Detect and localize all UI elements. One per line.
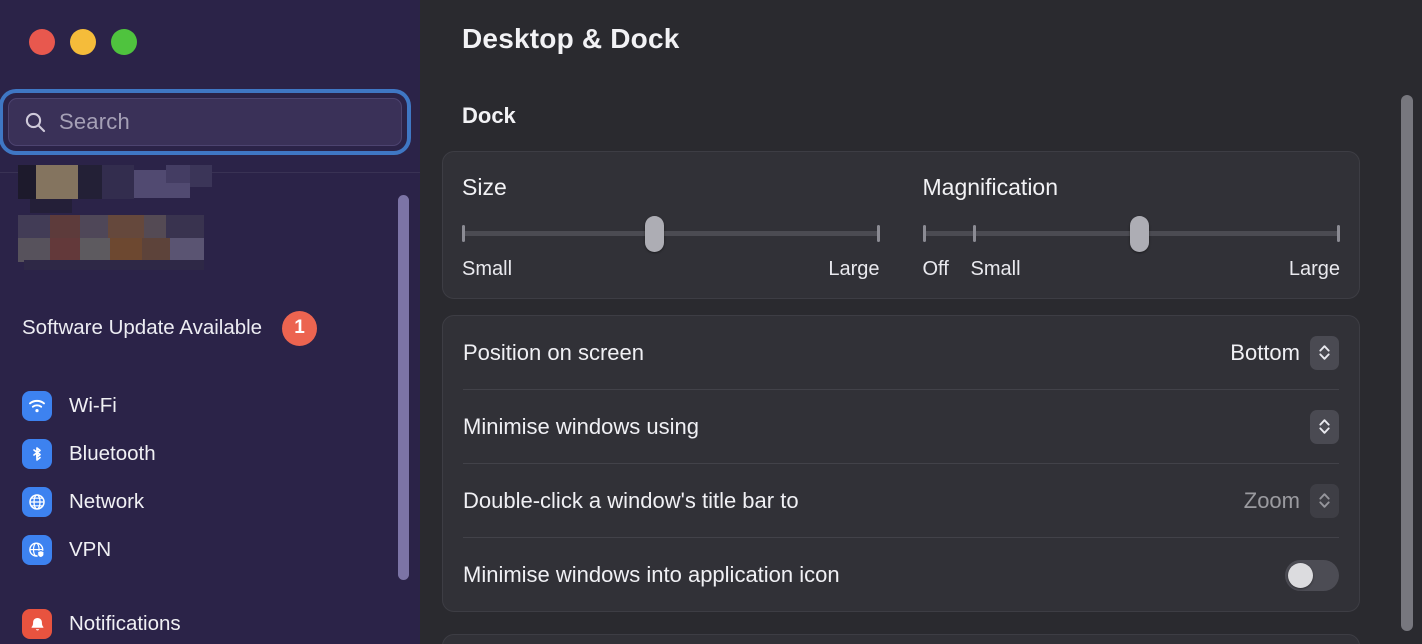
row-label: Position on screen	[463, 339, 644, 365]
sidebar-item-label: Network	[69, 490, 145, 513]
sidebar-item-bluetooth[interactable]: Bluetooth	[22, 430, 392, 478]
next-settings-card	[442, 634, 1360, 644]
slider-tick-large	[1337, 225, 1340, 242]
chevron-updown-icon[interactable]	[1310, 483, 1339, 518]
chevron-updown-icon[interactable]	[1310, 335, 1339, 370]
size-slider-thumb[interactable]	[644, 216, 664, 252]
magnification-legend-small: Small	[970, 258, 1021, 280]
sidebar: Search Software Update Available 1 Wi-Fi…	[0, 0, 420, 644]
account-block-redacted[interactable]	[0, 160, 420, 270]
software-update-badge: 1	[282, 310, 318, 346]
slider-tick-max	[876, 225, 880, 242]
software-update-label: Software Update Available	[22, 316, 263, 339]
slider-tick-small	[972, 225, 976, 242]
bluetooth-icon	[22, 439, 52, 469]
main-scrollbar[interactable]	[1401, 95, 1413, 631]
row-label: Minimise windows into application icon	[463, 562, 840, 587]
minimise-button[interactable]	[70, 29, 96, 55]
row-minimise-windows-using[interactable]: Minimise windows using	[463, 390, 1339, 464]
double-click-action-popup[interactable]: Zoom	[1243, 483, 1339, 518]
sidebar-item-network[interactable]: Network	[22, 478, 392, 526]
magnification-slider-group: Magnification Off Small Large	[899, 152, 1360, 298]
search-input[interactable]: Search	[8, 98, 402, 146]
dock-options-card: Position on screen Bottom Minimise windo…	[442, 315, 1360, 612]
chevron-updown-icon[interactable]	[1310, 409, 1339, 444]
size-legend-large: Large	[828, 258, 880, 280]
slider-tick-off	[922, 225, 926, 242]
search-placeholder: Search	[59, 109, 130, 134]
slider-tick-min	[462, 225, 465, 242]
row-double-click-title-bar[interactable]: Double-click a window's title bar to Zoo…	[463, 464, 1339, 538]
size-slider-legend: Small Large	[462, 258, 880, 284]
sidebar-item-vpn[interactable]: VPN	[22, 526, 392, 574]
magnification-slider-thumb[interactable]	[1130, 216, 1150, 252]
main-content: Desktop & Dock Dock Size Small Large Mag…	[420, 0, 1422, 644]
magnification-legend-off: Off	[922, 258, 949, 280]
zoom-button[interactable]	[111, 29, 137, 55]
page-title: Desktop & Dock	[462, 23, 680, 54]
size-slider-group: Size Small Large	[443, 152, 899, 298]
sidebar-item-label: VPN	[69, 538, 112, 561]
section-heading-dock: Dock	[462, 103, 516, 128]
size-legend-small: Small	[462, 258, 513, 280]
sidebar-list: Wi-Fi Bluetooth Network VPN Notification…	[22, 382, 392, 644]
sidebar-item-notifications[interactable]: Notifications	[22, 600, 392, 644]
bell-icon	[22, 609, 52, 639]
size-slider-label: Size	[462, 174, 507, 200]
sidebar-item-label: Notifications	[69, 612, 181, 635]
vpn-globe-icon	[22, 535, 52, 565]
sidebar-item-label: Wi-Fi	[69, 394, 117, 417]
system-settings-window: Search Software Update Available 1 Wi-Fi…	[0, 0, 1422, 644]
sidebar-item-wifi[interactable]: Wi-Fi	[22, 382, 392, 430]
minimise-effect-popup[interactable]	[1310, 409, 1339, 444]
wifi-icon	[22, 391, 52, 421]
magnification-slider-legend: Off Small Large	[923, 258, 1341, 284]
size-slider[interactable]	[462, 216, 880, 252]
toggle-knob	[1288, 562, 1313, 588]
sidebar-item-software-update[interactable]: Software Update Available 1	[22, 310, 382, 346]
row-minimise-into-app-icon[interactable]: Minimise windows into application icon	[463, 538, 1339, 612]
window-controls	[29, 29, 137, 55]
magnification-slider[interactable]	[922, 216, 1340, 252]
magnification-legend-large: Large	[1288, 258, 1340, 280]
minimise-into-app-icon-toggle[interactable]	[1285, 559, 1339, 591]
globe-icon	[22, 487, 52, 517]
close-button[interactable]	[29, 29, 55, 55]
search-field-focus-ring: Search	[3, 93, 407, 151]
position-on-screen-popup[interactable]: Bottom	[1230, 335, 1339, 370]
sidebar-item-label: Bluetooth	[69, 442, 156, 465]
row-label: Double-click a window's title bar to	[463, 487, 799, 513]
row-label: Minimise windows using	[463, 413, 699, 439]
magnification-slider-label: Magnification	[922, 174, 1059, 200]
search-icon	[23, 110, 47, 134]
popup-value: Bottom	[1230, 339, 1300, 365]
slider-track	[462, 231, 880, 236]
popup-value: Zoom	[1243, 487, 1300, 513]
dock-sliders-card: Size Small Large Magnification Off Small…	[442, 151, 1360, 299]
row-position-on-screen[interactable]: Position on screen Bottom	[463, 316, 1339, 390]
sidebar-scrollbar[interactable]	[398, 195, 409, 580]
